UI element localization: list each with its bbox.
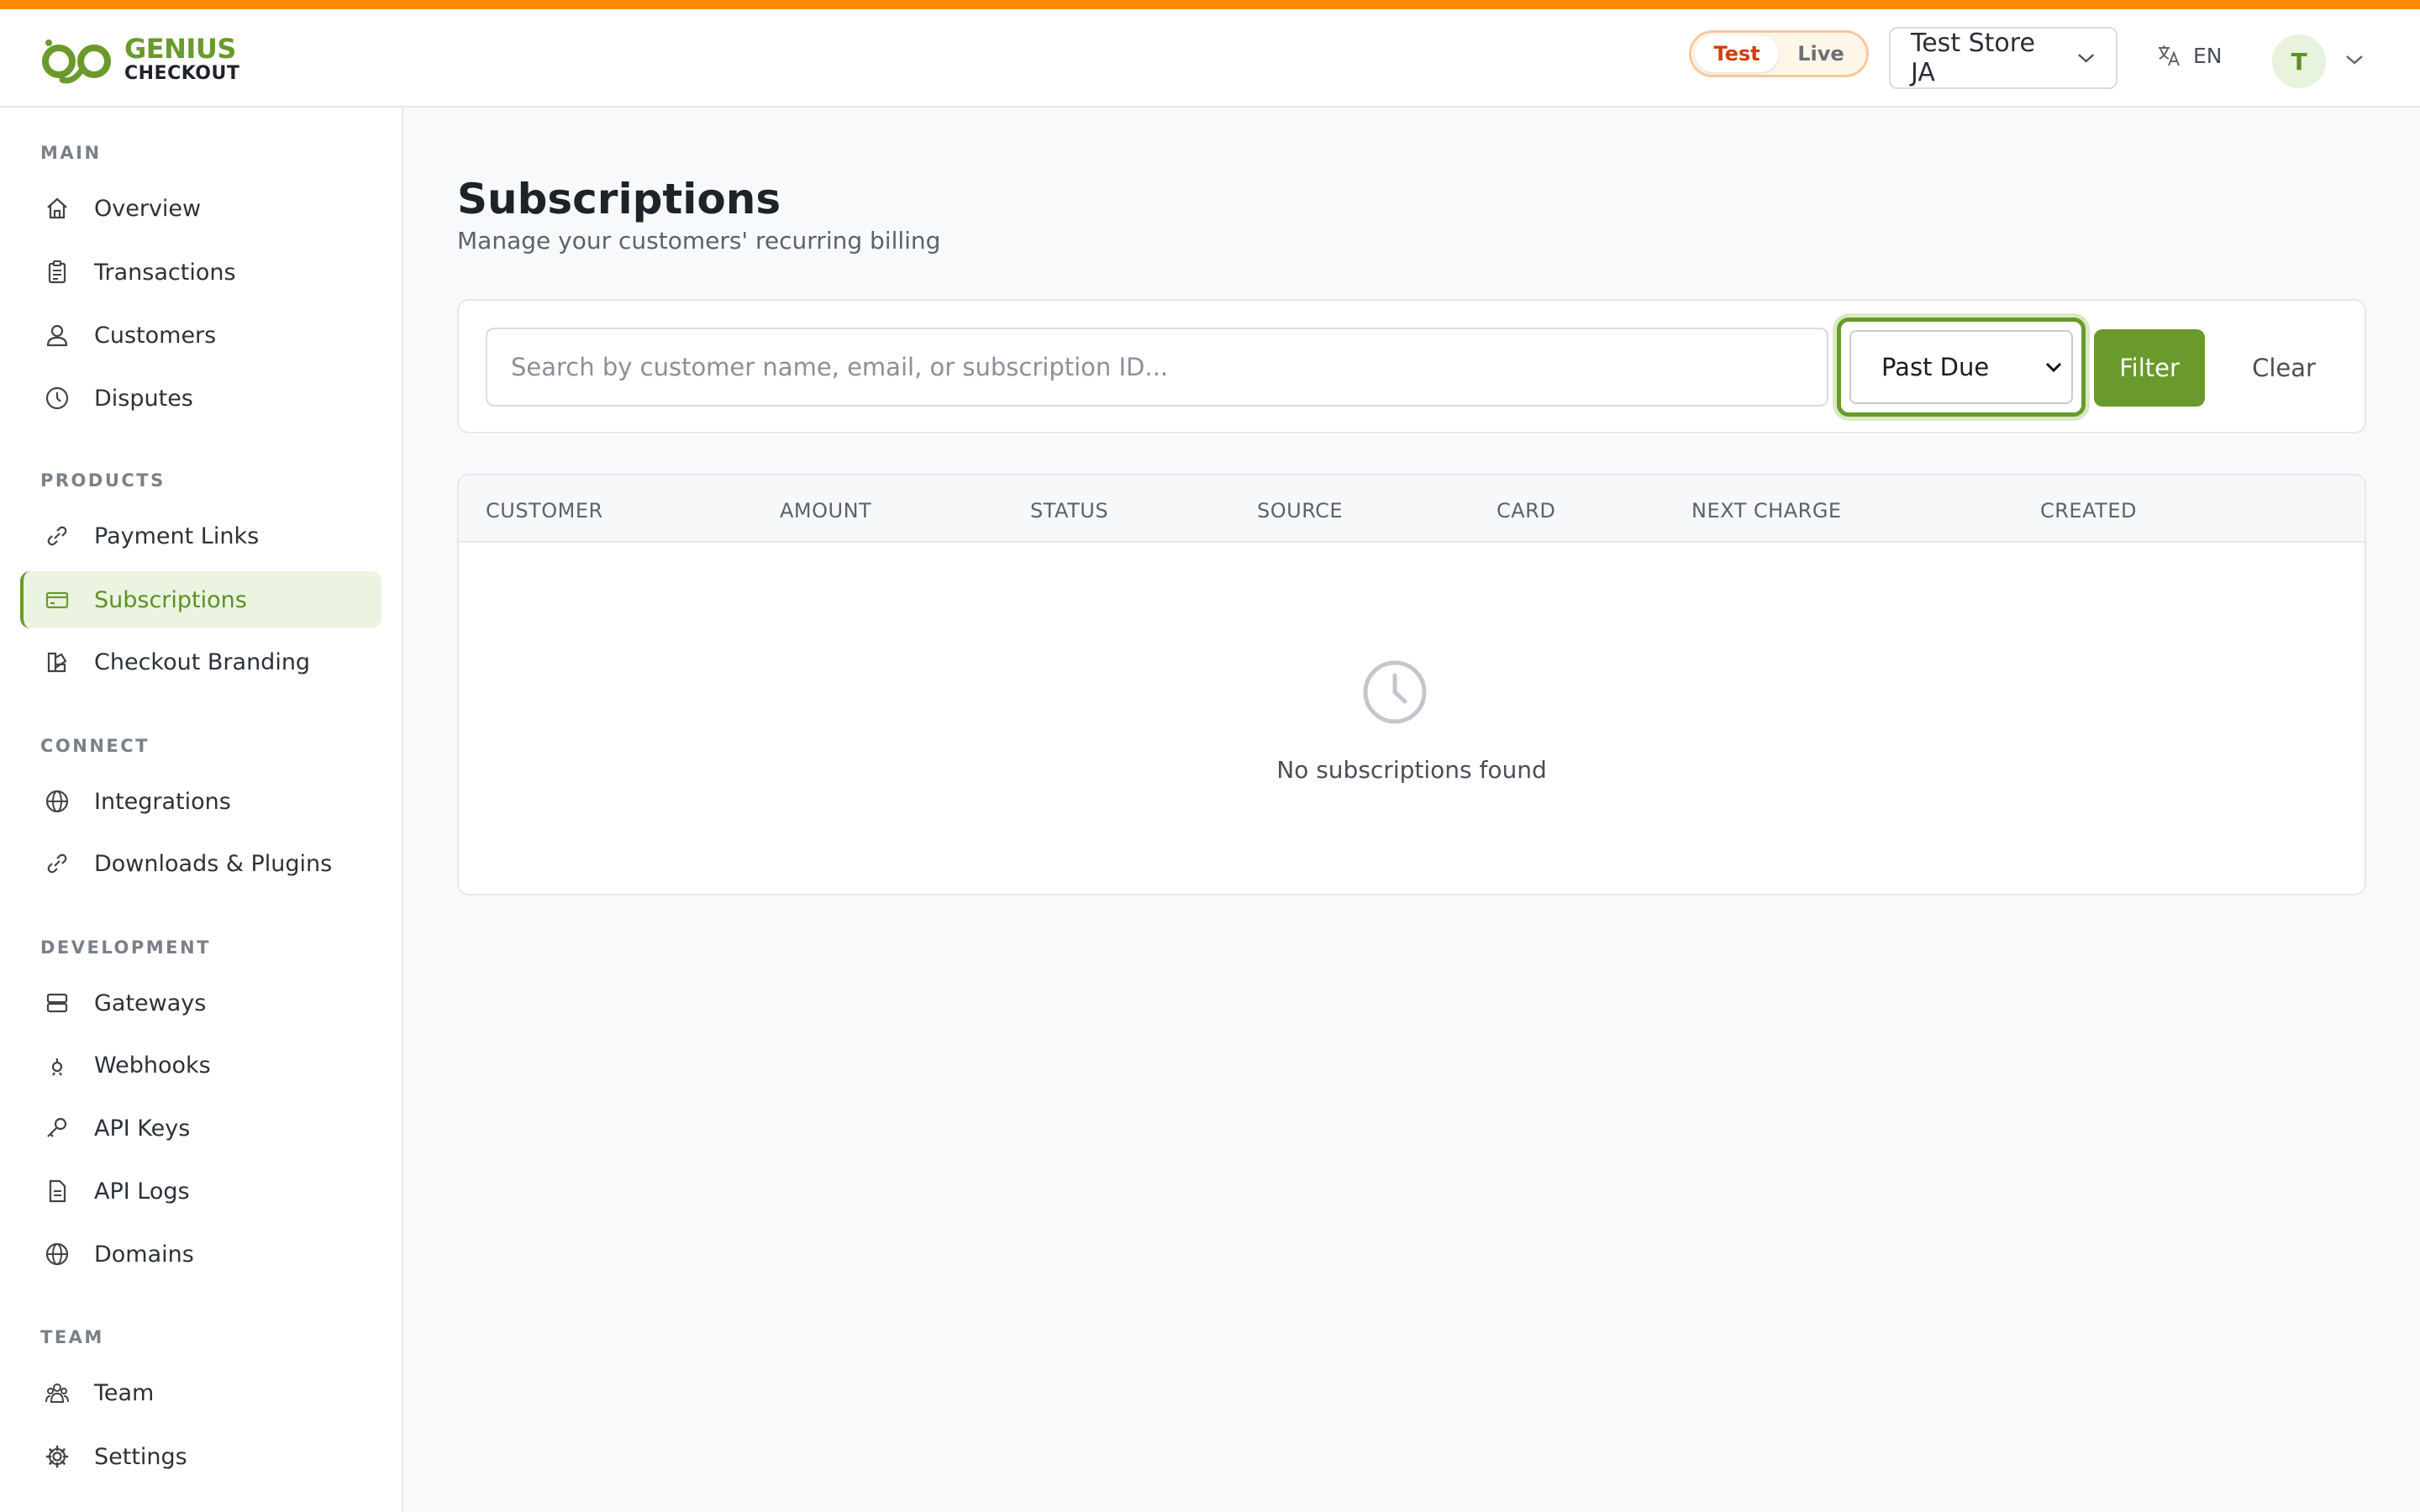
- link-icon: [42, 521, 72, 551]
- brand-subname: CHECKOUT: [124, 62, 240, 84]
- status-select-value: Past Due: [1881, 353, 1990, 381]
- column-header-amount[interactable]: AMOUNT: [780, 499, 871, 522]
- language-selector[interactable]: EN: [2156, 43, 2223, 68]
- brand-name: GENIUS: [124, 32, 236, 65]
- link-icon: [42, 848, 72, 879]
- card-icon: [42, 585, 72, 615]
- sidebar-item-label: Disputes: [94, 385, 193, 412]
- main-content: Subscriptions Manage your customers' rec…: [404, 108, 2420, 1512]
- clock-icon: [1363, 660, 1427, 724]
- section-label-products: PRODUCTS: [40, 470, 166, 491]
- sidebar-item-label: Downloads & Plugins: [94, 850, 333, 877]
- sidebar-item-payment-links[interactable]: Payment Links: [20, 507, 381, 564]
- sidebar-item-webhooks[interactable]: Webhooks: [20, 1037, 381, 1094]
- sidebar-item-settings[interactable]: Settings: [20, 1428, 381, 1485]
- page-title: Subscriptions: [457, 175, 781, 223]
- filter-button[interactable]: Filter: [2094, 329, 2205, 407]
- palette-icon: [42, 647, 72, 677]
- logo-mark-icon: [42, 39, 111, 84]
- search-input[interactable]: [486, 328, 1828, 407]
- sidebar-item-label: Integrations: [94, 788, 231, 815]
- sidebar-item-label: API Logs: [94, 1178, 190, 1205]
- subscriptions-table: CUSTOMER AMOUNT STATUS SOURCE CARD NEXT …: [457, 474, 2366, 895]
- section-label-team: TEAM: [40, 1327, 104, 1347]
- clipboard-icon: [42, 257, 72, 287]
- status-select[interactable]: Past Due: [1849, 330, 2073, 404]
- top-header: GENIUS CHECKOUT Test Live Test Store JA …: [0, 9, 2420, 108]
- sidebar-item-label: Transactions: [94, 259, 236, 286]
- sidebar-item-downloads-plugins[interactable]: Downloads & Plugins: [20, 835, 381, 892]
- users-icon: [42, 320, 72, 350]
- globe-icon: [42, 1239, 72, 1269]
- language-code: EN: [2193, 43, 2223, 68]
- sidebar-item-transactions[interactable]: Transactions: [20, 244, 381, 301]
- sidebar-item-overview[interactable]: Overview: [20, 180, 381, 237]
- globe-icon: [42, 786, 72, 816]
- brand-logo[interactable]: GENIUS CHECKOUT: [40, 29, 239, 88]
- sidebar-item-api-keys[interactable]: API Keys: [20, 1100, 381, 1157]
- section-label-connect: CONNECT: [40, 736, 150, 756]
- clock-icon: [42, 383, 72, 413]
- sidebar-item-disputes[interactable]: Disputes: [20, 370, 381, 427]
- sidebar-item-label: Payment Links: [94, 522, 260, 549]
- filter-bar: Past Due Filter Clear: [457, 299, 2366, 433]
- key-icon: [42, 1113, 72, 1143]
- sidebar-item-label: Team: [94, 1379, 155, 1406]
- sidebar-item-label: Checkout Branding: [94, 648, 311, 675]
- chevron-down-icon[interactable]: [2344, 53, 2365, 66]
- sidebar-item-label: Settings: [94, 1443, 187, 1470]
- page-subtitle: Manage your customers' recurring billing: [457, 227, 941, 255]
- sidebar-item-label: Webhooks: [94, 1052, 211, 1079]
- sidebar-item-integrations[interactable]: Integrations: [20, 773, 381, 830]
- store-selector[interactable]: Test Store JA: [1889, 27, 2118, 89]
- live-mode-button[interactable]: Live: [1779, 35, 1863, 72]
- chevron-down-icon: [2077, 54, 2094, 63]
- sidebar-item-customers[interactable]: Customers: [20, 307, 381, 364]
- table-header: CUSTOMER AMOUNT STATUS SOURCE CARD NEXT …: [459, 475, 2365, 543]
- server-icon: [42, 988, 72, 1018]
- sidebar-item-label: API Keys: [94, 1115, 191, 1142]
- sidebar-item-label: Overview: [94, 195, 202, 222]
- user-avatar[interactable]: T: [2272, 34, 2326, 88]
- mode-toggle: Test Live: [1689, 30, 1869, 77]
- empty-state-message: No subscriptions found: [1276, 756, 1547, 784]
- home-icon: [42, 193, 72, 223]
- store-name: Test Store JA: [1911, 29, 2035, 87]
- column-header-created[interactable]: CREATED: [2040, 499, 2137, 522]
- column-header-source[interactable]: SOURCE: [1257, 499, 1343, 522]
- sidebar-item-team[interactable]: Team: [20, 1364, 381, 1421]
- sidebar-item-subscriptions[interactable]: Subscriptions: [20, 571, 381, 628]
- translate-icon: [2159, 45, 2180, 66]
- sidebar-item-checkout-branding[interactable]: Checkout Branding: [20, 633, 381, 690]
- top-accent-bar: [0, 0, 2420, 9]
- section-label-main: MAIN: [40, 143, 102, 163]
- sidebar-item-label: Customers: [94, 322, 217, 349]
- column-header-card[interactable]: CARD: [1497, 499, 1555, 522]
- sidebar-item-domains[interactable]: Domains: [20, 1226, 381, 1283]
- status-select-focus-ring: Past Due: [1837, 318, 2086, 417]
- team-icon: [42, 1378, 72, 1408]
- column-header-next-charge[interactable]: NEXT CHARGE: [1691, 499, 1842, 522]
- sidebar-item-label: Gateways: [94, 990, 207, 1016]
- clear-button[interactable]: Clear: [2225, 329, 2343, 407]
- sidebar-item-label: Subscriptions: [94, 586, 247, 613]
- file-icon: [42, 1176, 72, 1206]
- test-mode-button[interactable]: Test: [1695, 35, 1779, 72]
- column-header-customer[interactable]: CUSTOMER: [486, 499, 603, 522]
- webhook-icon: [42, 1050, 72, 1080]
- chevron-down-icon: [2045, 362, 2062, 373]
- section-label-development: DEVELOPMENT: [40, 937, 211, 958]
- sidebar: MAIN Overview Transactions Customers Dis…: [0, 108, 403, 1512]
- column-header-status[interactable]: STATUS: [1030, 499, 1108, 522]
- sidebar-item-api-logs[interactable]: API Logs: [20, 1163, 381, 1220]
- sidebar-item-label: Domains: [94, 1241, 194, 1268]
- sidebar-item-gateways[interactable]: Gateways: [20, 974, 381, 1032]
- gear-icon: [42, 1441, 72, 1472]
